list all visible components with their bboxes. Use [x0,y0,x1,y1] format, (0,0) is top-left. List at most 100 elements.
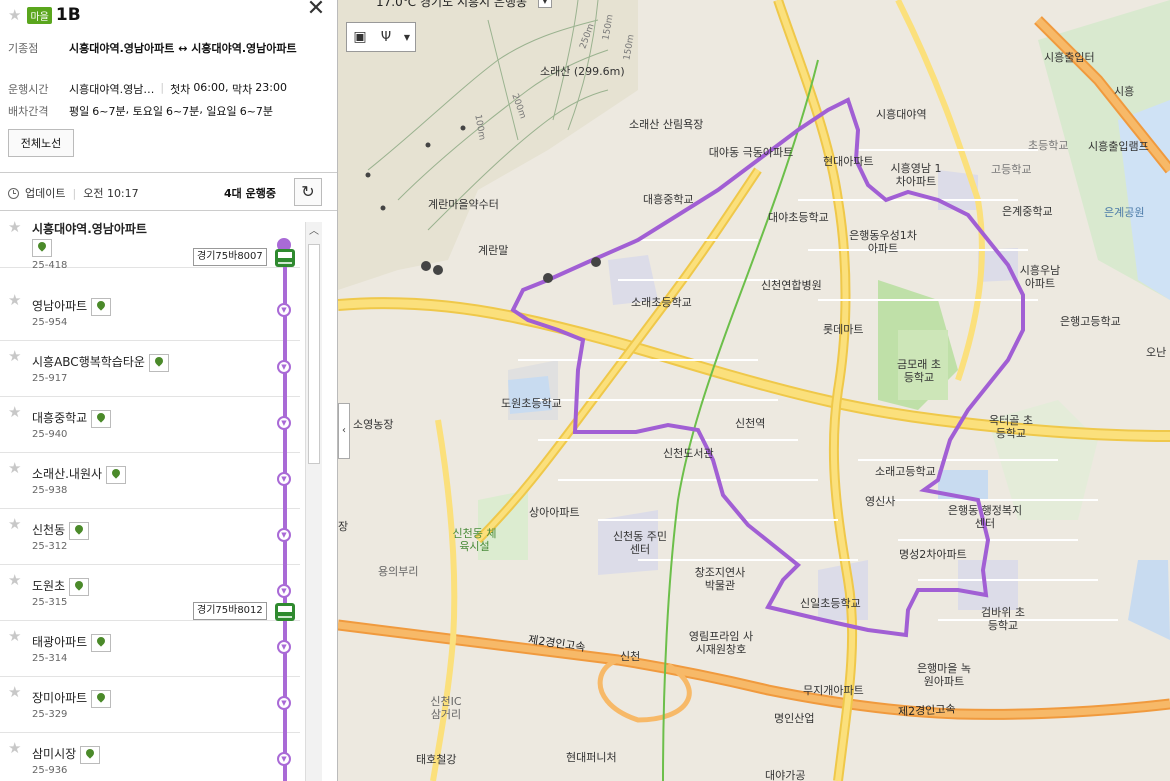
map-label: 신천동 주민센터 [612,530,668,556]
map-label: 장 [338,520,349,533]
route-panel: ★ 마을 1B ✕ 기종점 시흥대야역.영남아파트 ↔ 시흥대야역.영남아파트 … [0,0,338,781]
map-label: 신천연합병원 [761,279,822,292]
close-icon[interactable]: ✕ [304,0,328,20]
stop-location-icon[interactable] [148,353,169,372]
stop-location-icon[interactable] [91,409,112,428]
map-label: 상아아파트 [529,506,580,519]
stop-star-icon[interactable]: ★ [8,220,21,235]
stop-star-icon[interactable]: ★ [8,629,21,644]
stop-node-icon: ▼ [277,584,291,598]
panel-collapse-button[interactable]: ‹ [338,403,350,459]
stop-location-icon[interactable] [69,577,90,596]
update-row: 업데이트 | 오전 10:17 4대 운행중 [8,183,323,203]
bus-plate: 경기75바8007 [193,248,267,266]
stop-list-scrollbar[interactable]: ︿ [305,222,322,781]
map-label: 시흥대야역 [876,108,927,121]
stop-star-icon[interactable]: ★ [8,349,21,364]
update-time: 오전 10:17 [83,187,139,200]
stop-name: 영남아파트 [32,297,112,316]
stop-location-icon[interactable] [91,297,112,316]
stop-star-icon[interactable]: ★ [8,461,21,476]
map-label: 은행고등학교 [1060,315,1121,328]
stop-item[interactable]: ★ 삼미시장 25-936 [0,733,300,781]
map-label: 초등학교 [1028,139,1069,152]
stop-node-icon: ▼ [277,416,291,430]
stop-location-icon[interactable] [106,465,127,484]
route-header: ★ 마을 1B [8,5,81,25]
stop-item[interactable]: ★ 소래산.내원사 25-938 [0,453,300,509]
route-number: 1B [55,5,81,25]
stop-name: 장미아파트 [32,689,112,708]
stop-star-icon[interactable]: ★ [8,405,21,420]
map-label: 현대퍼니처 [566,751,617,764]
stop-name: 신천동 [32,521,90,540]
stop-item[interactable]: ★ 태광아파트 25-314 [0,621,300,677]
stop-node-icon: ▼ [277,752,291,766]
map-label: 용의부리 [378,565,419,578]
stop-node-icon: ▼ [277,472,291,486]
stop-name: 삼미시장 [32,745,101,764]
stop-item[interactable]: ★ 시흥ABC행복학습타운 25-917 [0,341,300,397]
stop-star-icon[interactable]: ★ [8,741,21,756]
stop-location-icon[interactable] [91,633,112,652]
stop-node-icon: ▼ [277,528,291,542]
stop-id: 25-315 [32,597,68,608]
stop-node-icon: ▼ [277,696,291,710]
map-label: 소래고등학교 [875,465,936,478]
bus-icon[interactable]: ▣ [347,29,373,45]
map-label: 시흥 [1114,85,1135,98]
scrollbar-thumb[interactable] [308,244,320,464]
weekday-interval: 6~7분 [92,105,126,118]
stop-location-icon[interactable] [80,745,101,764]
map-label: 소영농장 [353,418,394,431]
map-label: 신천동 체육시설 [452,527,497,553]
map-label: 시흥출입터 [1044,51,1095,64]
refresh-icon[interactable]: ↻ [294,178,322,206]
map-label: 대야초등학교 [768,211,829,224]
map-label: 창조지연사 박물관 [694,566,746,592]
dropdown-icon[interactable]: ▼ [399,33,415,42]
favorite-star-icon[interactable]: ★ [8,7,21,23]
map-label: 대야동 극동아파트 [708,146,794,159]
map-view[interactable]: 소래산 (299.6m) 소래산 산림욕장 계란마을약수터 계란말 대야동 극동… [338,0,1170,781]
map-label: 명인산업 [774,712,815,725]
stop-id: 25-418 [32,260,68,271]
stop-item[interactable]: ★ 신천동 25-312 [0,509,300,565]
whole-route-button[interactable]: 전체노선 [8,129,74,157]
map-label: 신천도서관 [663,447,714,460]
first-label: 첫차 [170,83,191,96]
stop-star-icon[interactable]: ★ [8,573,21,588]
saturday-interval: 6~7분 [165,105,200,118]
weather-dropdown-icon[interactable]: ▼ [538,0,552,8]
map-label: 은계공원 [1104,206,1145,219]
first-time: 06:00 [193,81,226,94]
bus-icon[interactable] [275,249,295,267]
stop-star-icon[interactable]: ★ [8,293,21,308]
stop-item[interactable]: ★ 대흥중학교 25-940 [0,397,300,453]
map-label: 소래초등학교 [631,296,692,309]
stop-id: 25-938 [32,485,68,496]
restaurant-icon[interactable]: Ψ [373,30,399,45]
terminal-row: 기종점 시흥대야역.영남아파트 ↔ 시흥대야역.영남아파트 [8,40,328,57]
stop-location-icon[interactable] [69,521,90,540]
stop-item[interactable]: ★ 장미아파트 25-329 [0,677,300,733]
stop-location-icon[interactable] [91,689,112,708]
stop-location-icon[interactable] [32,239,52,257]
scroll-up-icon[interactable]: ︿ [306,222,322,242]
stop-item[interactable]: ★ 영남아파트 25-954 [0,285,300,341]
map-label: 시흥출입램프 [1088,140,1149,153]
route-type-badge: 마을 [27,6,52,24]
weekday-label: 평일 [69,105,90,118]
stop-id: 25-940 [32,429,68,440]
map-label: 검바위 초등학교 [981,606,1025,632]
bus-icon[interactable] [275,603,295,621]
last-time: 23:00 [255,81,287,94]
comma-sep: , [125,103,133,116]
stop-name: 대흥중학교 [32,409,112,428]
stop-node-icon: ▼ [277,303,291,317]
stop-star-icon[interactable]: ★ [8,685,21,700]
stop-star-icon[interactable]: ★ [8,517,21,532]
map-label: 신일초등학교 [800,597,861,610]
stop-name: 태광아파트 [32,633,112,652]
weather-location: 17.0℃ 경기도 시흥시 은행동 [376,0,527,9]
